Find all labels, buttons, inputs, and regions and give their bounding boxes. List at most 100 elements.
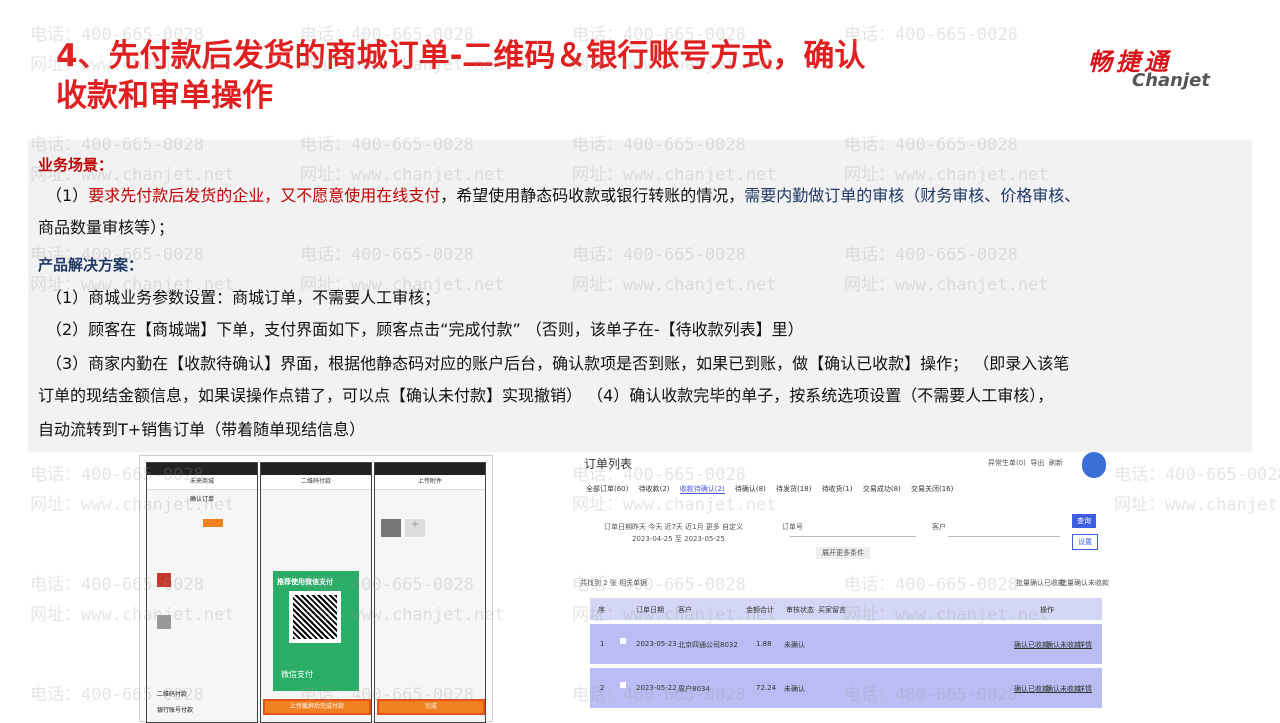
status-bar bbox=[147, 463, 257, 475]
solution-step-3-cont: 订单的现结金额信息，如果误操作点错了，可以点【确认未付款】实现撤销） （4）确认… bbox=[38, 386, 1054, 405]
assistant-mascot-icon[interactable] bbox=[1082, 452, 1106, 478]
chanjet-logo: 畅捷通 Chanjet bbox=[1088, 42, 1228, 92]
scenario-prefix: （1） bbox=[46, 186, 89, 205]
recommend-text: 推荐使用微信支付 bbox=[277, 578, 333, 586]
product-thumb bbox=[157, 615, 171, 629]
confirm-paid-link[interactable]: 确认已收款 bbox=[1014, 684, 1049, 694]
toolbar: 异常生单(0) 导出 刷新 bbox=[988, 458, 1063, 468]
watermark-phone: 电话：400-665-0028 bbox=[1114, 465, 1280, 485]
scenario-red-text: 要求先付款后发货的企业，又不愿意使用在线支付 bbox=[88, 186, 441, 205]
order-list-title: 订单列表 bbox=[584, 457, 633, 471]
order-list-screenshot: 订单列表 异常生单(0) 导出 刷新 全部订单(60) 待收款(2) 收款待确认… bbox=[576, 452, 1109, 720]
col-date: 订单日期 bbox=[636, 606, 664, 614]
tab-to-receive[interactable]: 待收货(1) bbox=[822, 485, 853, 493]
col-actions: 操作 bbox=[1040, 606, 1054, 614]
row-date: 2023-05-22 bbox=[636, 684, 677, 692]
table-header: 序 订单日期 客户 金额合计 审核状态 买家留言 操作 bbox=[590, 598, 1102, 620]
col-no: 序 bbox=[598, 606, 605, 614]
qr-pay-option[interactable]: 二维码付款 bbox=[157, 689, 187, 698]
row-amount: 72.24 bbox=[756, 684, 777, 692]
status-bar bbox=[261, 463, 371, 475]
order-tabs: 全部订单(60) 待收款(2) 收款待确认(2) 待确认(8) 待发货(18) … bbox=[586, 484, 961, 494]
bank-pay-option[interactable]: 银行账号付款 bbox=[157, 705, 193, 714]
order-date-label: 订单日期 bbox=[604, 523, 632, 531]
batch-confirm-button[interactable]: 批量确认已收款 bbox=[1016, 578, 1065, 588]
detail-link[interactable]: 详情 bbox=[1078, 684, 1092, 694]
export-button[interactable]: 导出 bbox=[1030, 459, 1044, 467]
qr-code-frame bbox=[289, 591, 341, 643]
result-summary: 共找到 2 张 相关单据 bbox=[580, 579, 648, 587]
order-no-label: 订单号 bbox=[782, 523, 803, 531]
solution-step-2: （2）顾客在【商城端】下单，支付界面如下，顾客点击“完成付款” （否则，该单子在… bbox=[46, 320, 804, 339]
solution-step-3: （3）商家内勤在【收款待确认】界面，根据他静态码对应的账户后台，确认款项是否到账… bbox=[46, 354, 1070, 373]
settings-button[interactable]: 设置 bbox=[1072, 534, 1098, 550]
row-amount: 1.88 bbox=[756, 640, 772, 648]
scenario-heading: 业务场景： bbox=[38, 156, 114, 174]
date-quick-options[interactable]: 昨天 今天 近7天 近1月 更多 自定义 bbox=[632, 522, 743, 532]
row-checkbox[interactable] bbox=[620, 682, 626, 688]
qr-code-icon bbox=[293, 595, 337, 639]
solution-heading: 产品解决方案： bbox=[38, 256, 144, 274]
expand-conditions-button[interactable]: 展开更多条件 bbox=[816, 547, 870, 559]
row-no: 1 bbox=[600, 640, 605, 648]
page-title: 4、先付款后发货的商城订单-二维码＆银行账号方式，确认 收款和审单操作 bbox=[56, 36, 1056, 116]
tab-to-collect[interactable]: 待收款(2) bbox=[639, 485, 670, 493]
watermark-site: 网址：www.chanjet.net bbox=[1114, 495, 1280, 515]
confirm-paid-link[interactable]: 确认已收款 bbox=[1014, 640, 1049, 650]
add-image-icon[interactable]: + bbox=[405, 519, 425, 537]
uploaded-image-thumb bbox=[381, 519, 401, 537]
phone-qr-pay: 二维码付款 推荐使用微信支付 微信支付 上传截屏后完成付款 bbox=[260, 462, 372, 723]
row-no: 2 bbox=[600, 684, 605, 692]
phone-order-confirm: 未来商城 确认订单 二维码付款 银行账号付款 bbox=[146, 462, 258, 723]
page-title-line2: 收款和审单操作 bbox=[56, 78, 273, 114]
tab-collection-to-confirm[interactable]: 收款待确认(2) bbox=[679, 485, 725, 494]
query-button[interactable]: 查询 bbox=[1072, 514, 1096, 528]
done-button[interactable]: 完成 bbox=[377, 699, 485, 715]
phone-upload: 上传附件 + 完成 bbox=[374, 462, 486, 723]
col-message: 买家留言 bbox=[818, 606, 846, 614]
logo-en-text: Chanjet bbox=[1132, 70, 1210, 91]
col-amount: 金额合计 bbox=[746, 606, 774, 614]
customer-label: 客户 bbox=[932, 523, 946, 531]
solution-step-4: 自动流转到T+销售订单（带着随单现结信息） bbox=[38, 420, 366, 439]
batch-unpaid-button[interactable]: 批量确认未收款 bbox=[1060, 578, 1109, 588]
refresh-button[interactable]: 刷新 bbox=[1049, 459, 1063, 467]
scenario-blue-text: 需要内勤做订单的审核（财务审核、价格审核、 bbox=[744, 186, 1081, 205]
col-status: 审核状态 bbox=[786, 606, 814, 614]
detail-link[interactable]: 详情 bbox=[1078, 640, 1092, 650]
tab-all[interactable]: 全部订单(60) bbox=[586, 485, 628, 493]
phone-header: 未来商城 bbox=[147, 475, 257, 490]
date-range[interactable]: 2023-04-25 至 2023-05-25 bbox=[632, 534, 725, 544]
scenario-line1: （1）要求先付款后发货的企业，又不愿意使用在线支付，希望使用静态码收款或银行转账… bbox=[46, 186, 1080, 206]
description-panel: 业务场景： （1）要求先付款后发货的企业，又不愿意使用在线支付，希望使用静态码收… bbox=[28, 140, 1252, 452]
status-bar bbox=[375, 463, 485, 475]
row-status: 未确认 bbox=[784, 641, 805, 649]
row-customer: 北京四通公司8032 bbox=[678, 641, 738, 649]
row-checkbox[interactable] bbox=[620, 638, 626, 644]
customer-input[interactable] bbox=[948, 536, 1060, 537]
confirm-unpaid-link[interactable]: 确认未收款 bbox=[1046, 684, 1081, 694]
page-title-line1: 4、先付款后发货的商城订单-二维码＆银行账号方式，确认 bbox=[56, 38, 866, 74]
row-customer: 周户8034 bbox=[678, 685, 710, 693]
col-customer: 客户 bbox=[678, 606, 692, 614]
row-date: 2023-05-23 bbox=[636, 640, 677, 648]
tab-success[interactable]: 交易成功(8) bbox=[863, 485, 901, 493]
confirm-unpaid-link[interactable]: 确认未收款 bbox=[1046, 640, 1081, 650]
row-status: 未确认 bbox=[784, 685, 805, 693]
tab-closed[interactable]: 交易关闭(16) bbox=[911, 485, 953, 493]
phone-header: 上传附件 bbox=[375, 475, 485, 490]
table-row[interactable]: 1 2023-05-23 北京四通公司8032 1.88 未确认 确认已收款 确… bbox=[590, 624, 1102, 664]
finish-payment-button[interactable]: 上传截屏后完成付款 bbox=[263, 699, 371, 715]
mobile-screenshots: 未来商城 确认订单 二维码付款 银行账号付款 二维码付款 推荐使用微信支付 微信… bbox=[139, 455, 493, 723]
scenario-mid-text: ，希望使用静态码收款或银行转账的情况， bbox=[440, 186, 745, 205]
table-row[interactable]: 2 2023-05-22 周户8034 72.24 未确认 确认已收款 确认未收… bbox=[590, 668, 1102, 708]
product-thumb bbox=[157, 573, 171, 587]
exception-button[interactable]: 异常生单(0) bbox=[988, 459, 1026, 467]
scenario-line2: 商品数量审核等）； bbox=[38, 218, 175, 237]
wechat-pay-label: 微信支付 bbox=[281, 670, 313, 679]
order-no-input[interactable] bbox=[790, 536, 916, 537]
tab-to-confirm[interactable]: 待确认(8) bbox=[735, 485, 766, 493]
phone-header: 二维码付款 bbox=[261, 475, 371, 490]
phone-subtitle: 确认订单 bbox=[189, 496, 214, 503]
tab-to-ship[interactable]: 待发货(18) bbox=[776, 485, 811, 493]
